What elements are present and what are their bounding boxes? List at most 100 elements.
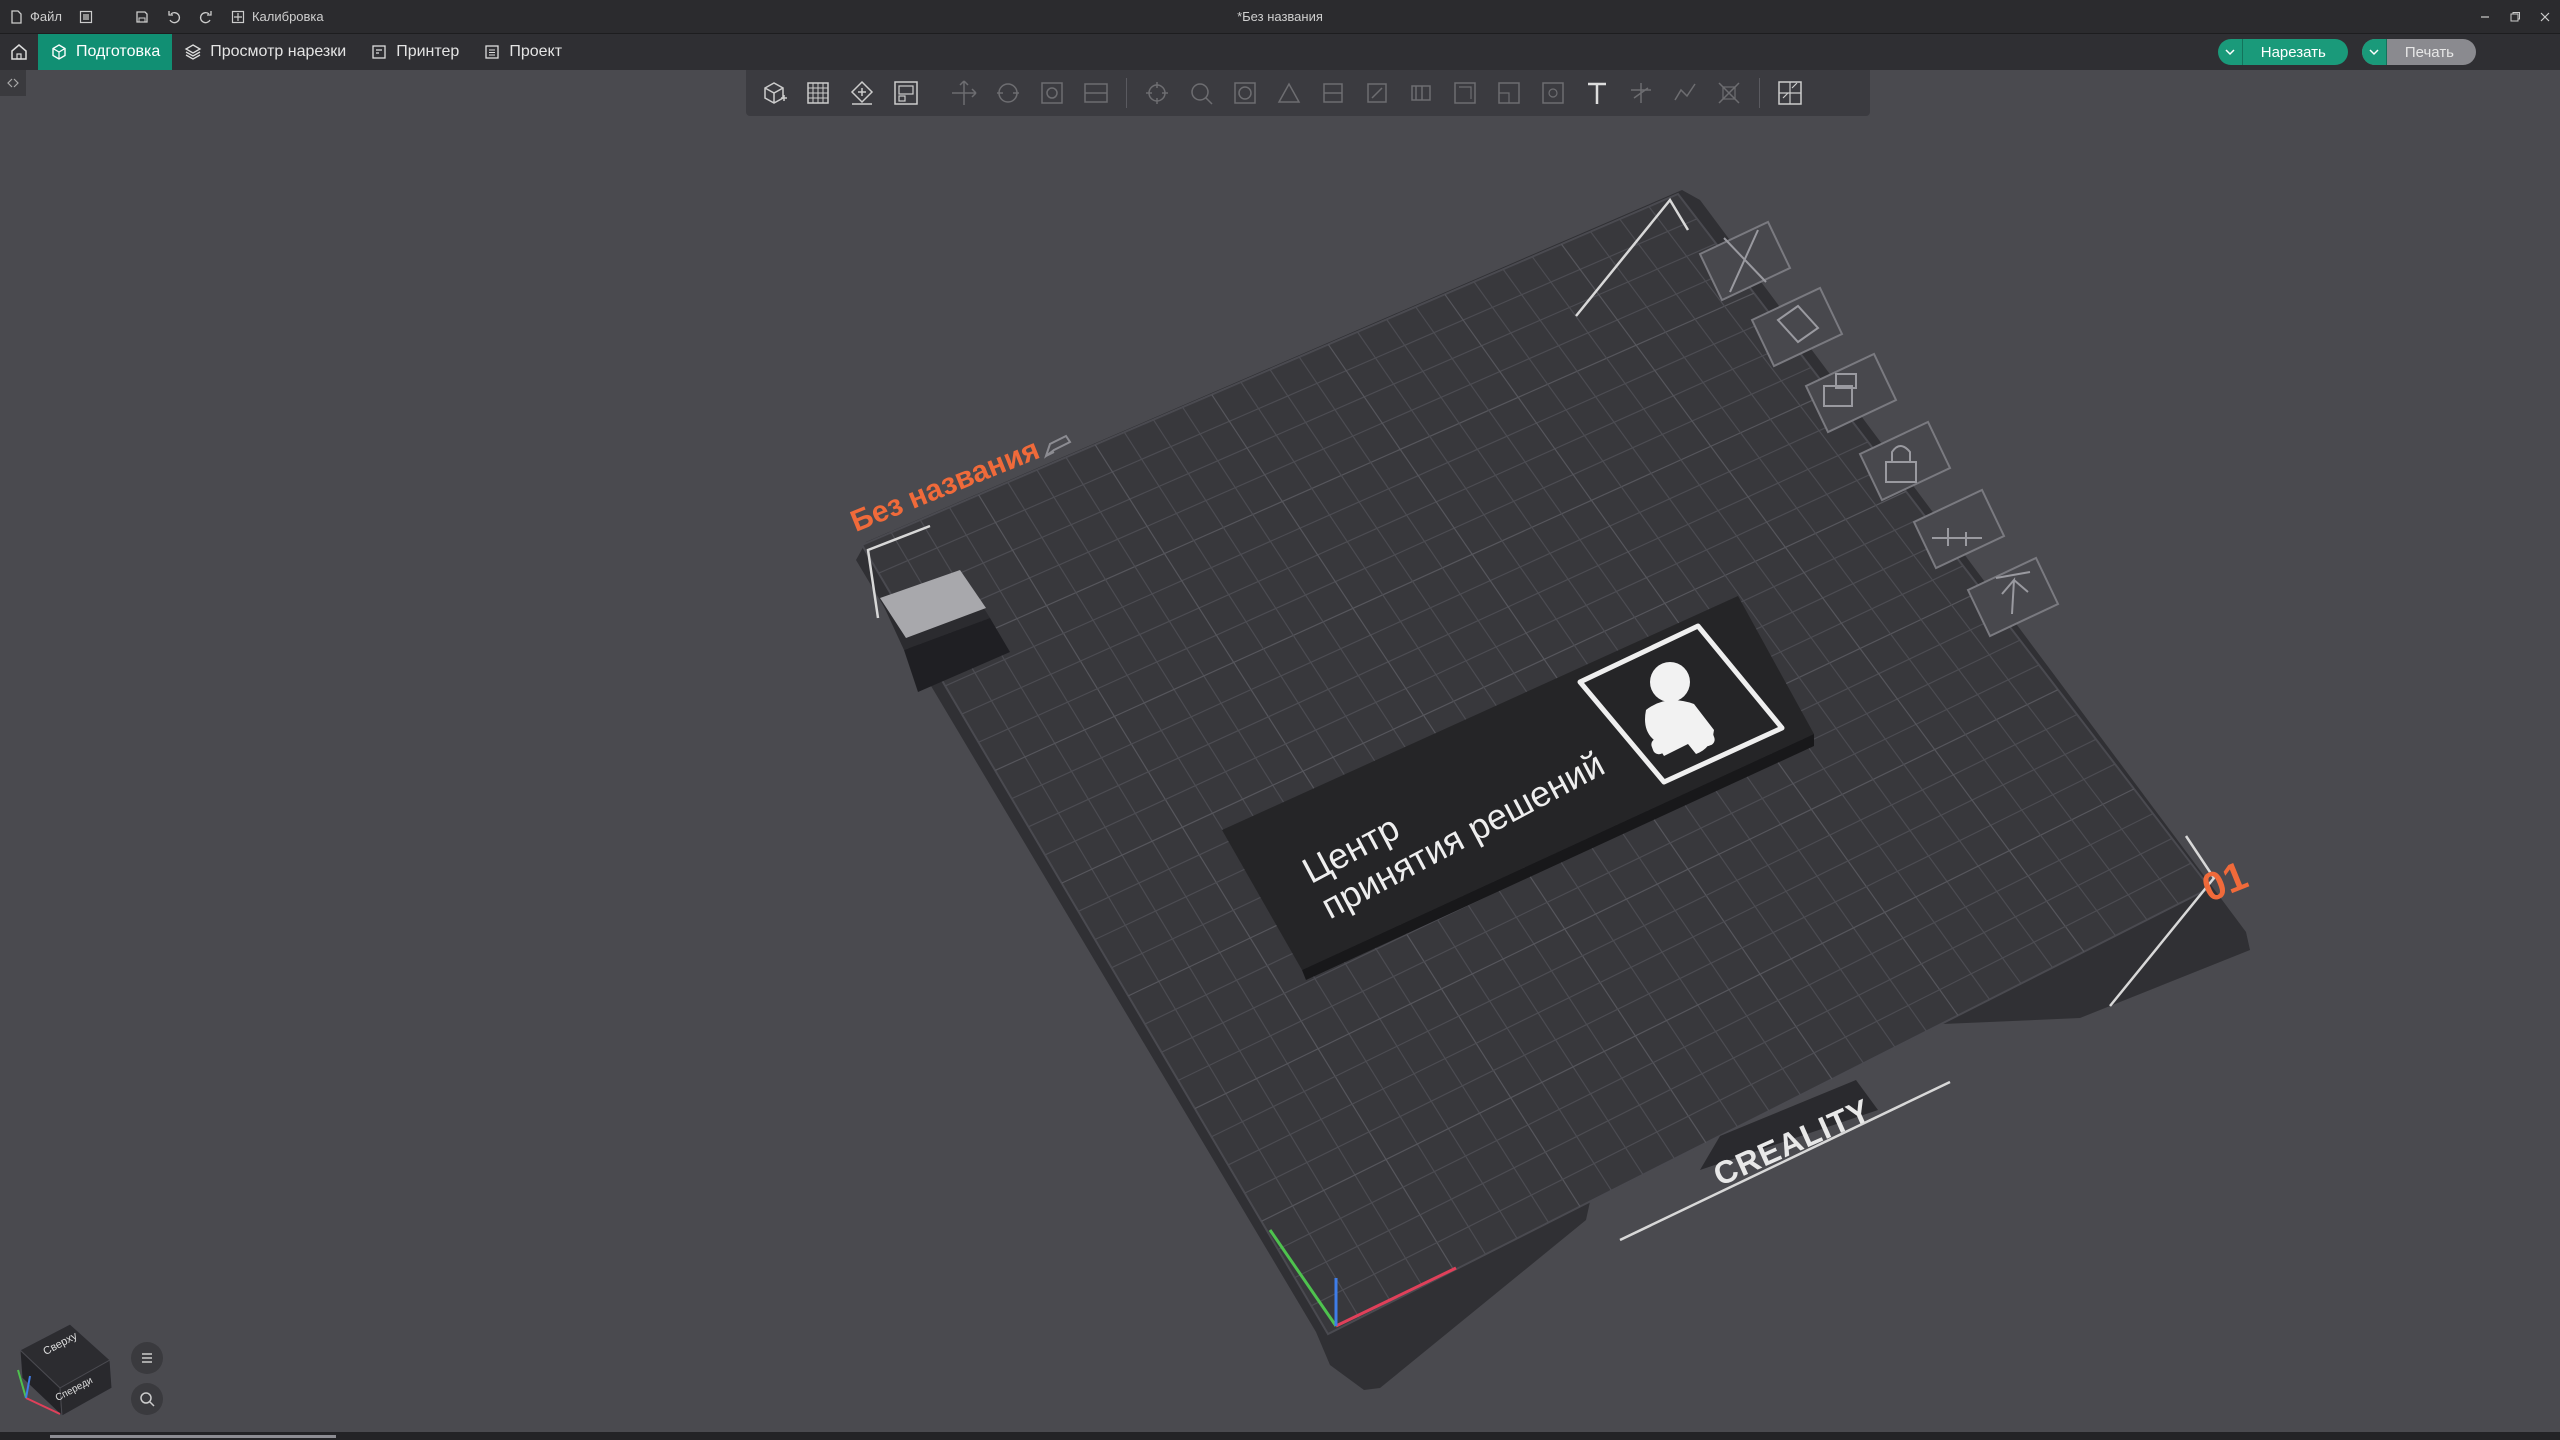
progress-indicator bbox=[50, 1435, 336, 1438]
measure-tool[interactable] bbox=[1443, 70, 1487, 116]
paint-icon bbox=[1367, 83, 1387, 103]
main-tab-bar: Подготовка Просмотр нарезки Принтер Прое… bbox=[0, 34, 2560, 70]
seam-paint-tool[interactable] bbox=[1311, 70, 1355, 116]
print-button-label: Печать bbox=[2404, 43, 2454, 61]
tab-project[interactable]: Проект bbox=[471, 34, 574, 70]
support-paint-tool[interactable] bbox=[1267, 70, 1311, 116]
hamburger-icon bbox=[142, 1353, 152, 1363]
add-plate-button[interactable] bbox=[796, 70, 840, 116]
place-face-icon bbox=[1146, 82, 1168, 104]
split-icon bbox=[1084, 83, 1108, 103]
edit-plate-name-icon[interactable] bbox=[1040, 430, 1074, 464]
zoom-button[interactable] bbox=[131, 1383, 163, 1415]
minimize-button[interactable] bbox=[2470, 0, 2500, 33]
arrange-icon bbox=[894, 81, 918, 105]
layers-icon bbox=[184, 44, 202, 60]
view-menu-button[interactable] bbox=[131, 1342, 163, 1374]
rotate-icon bbox=[997, 83, 1019, 103]
fuzzy-icon bbox=[1411, 85, 1431, 101]
home-button[interactable] bbox=[0, 34, 38, 70]
restore-icon bbox=[2510, 11, 2520, 21]
print-dropdown[interactable] bbox=[2361, 39, 2387, 65]
emboss-tool[interactable] bbox=[1619, 70, 1663, 116]
add-cube-icon bbox=[764, 82, 787, 104]
expand-sidebar-button[interactable] bbox=[0, 70, 26, 96]
seam-icon bbox=[1323, 83, 1343, 103]
text-tool[interactable] bbox=[1575, 70, 1619, 116]
add-model-button[interactable] bbox=[752, 70, 796, 116]
auto-orient-button[interactable] bbox=[840, 70, 884, 116]
boolean-icon bbox=[1234, 82, 1256, 104]
place-on-face-tool[interactable] bbox=[1135, 70, 1179, 116]
brim-ears-tool[interactable] bbox=[1707, 70, 1751, 116]
view-cube[interactable] bbox=[12, 1310, 122, 1420]
split-tool[interactable] bbox=[1074, 70, 1118, 116]
arrange-button[interactable] bbox=[884, 70, 928, 116]
assembly-tool[interactable] bbox=[1487, 70, 1531, 116]
window-title: *Без названия bbox=[1237, 9, 1323, 24]
grid-icon bbox=[807, 82, 829, 104]
tab-slice-preview-label: Просмотр нарезки bbox=[210, 43, 347, 60]
home-icon bbox=[11, 44, 27, 60]
scale-icon bbox=[1041, 82, 1063, 104]
move-tool[interactable] bbox=[942, 70, 986, 116]
slice-button[interactable]: Нарезать bbox=[2217, 39, 2348, 65]
split-view-button[interactable] bbox=[1768, 70, 1812, 116]
assembly-icon bbox=[1498, 82, 1520, 104]
project-icon bbox=[485, 45, 499, 59]
support-icon bbox=[1277, 82, 1301, 103]
color-paint-tool[interactable] bbox=[1355, 70, 1399, 116]
minimize-icon bbox=[2481, 15, 2489, 18]
tab-slice-preview[interactable]: Просмотр нарезки bbox=[172, 34, 358, 70]
tab-printer[interactable]: Принтер bbox=[358, 34, 471, 70]
cut-tool[interactable] bbox=[1179, 70, 1223, 116]
chevron-left-right-icon bbox=[7, 78, 19, 88]
slice-button-label: Нарезать bbox=[2260, 43, 2326, 61]
undo-button[interactable] bbox=[158, 0, 190, 33]
toolbar-divider bbox=[1126, 78, 1127, 108]
file-menu[interactable]: Файл bbox=[0, 0, 70, 33]
toolbar-divider bbox=[1759, 78, 1760, 108]
text-icon bbox=[1588, 82, 1606, 104]
cube-icon bbox=[52, 44, 66, 60]
tab-project-label: Проект bbox=[509, 43, 563, 60]
save-button[interactable] bbox=[126, 0, 158, 33]
main-toolbar bbox=[746, 70, 1870, 116]
file-menu-label: Файл bbox=[30, 9, 62, 24]
slice-dropdown[interactable] bbox=[2218, 39, 2243, 65]
hamburger-menu[interactable] bbox=[70, 0, 102, 33]
mesh-repair-tool[interactable] bbox=[1531, 70, 1575, 116]
rotate-tool[interactable] bbox=[986, 70, 1030, 116]
brim-icon bbox=[1718, 82, 1740, 104]
close-icon bbox=[2540, 12, 2550, 21]
save-icon bbox=[136, 10, 148, 23]
chevron-down-icon bbox=[2369, 49, 2379, 56]
repair-icon bbox=[1542, 82, 1564, 104]
calibration-icon bbox=[231, 10, 245, 23]
close-button[interactable] bbox=[2530, 0, 2560, 33]
redo-icon bbox=[199, 10, 212, 23]
bottom-status-strip bbox=[0, 1432, 2560, 1440]
fuzzy-skin-tool[interactable] bbox=[1399, 70, 1443, 116]
undo-icon bbox=[168, 10, 180, 23]
cut-icon bbox=[1191, 83, 1213, 105]
restore-button[interactable] bbox=[2500, 0, 2530, 33]
split-view-icon bbox=[1778, 81, 1802, 105]
scale-tool[interactable] bbox=[1030, 70, 1074, 116]
move-icon bbox=[952, 80, 977, 105]
menu-icon bbox=[79, 10, 93, 23]
tab-prepare[interactable]: Подготовка bbox=[38, 34, 173, 70]
printer-icon bbox=[372, 45, 386, 59]
boolean-tool[interactable] bbox=[1223, 70, 1267, 116]
calibration-label: Калибровка bbox=[251, 9, 324, 24]
3d-viewport[interactable]: Без названия 01 Центр принятия решений C… bbox=[0, 70, 2560, 1432]
title-bar: Файл Калибровка *Без названия bbox=[0, 0, 2560, 34]
svg-icon bbox=[1674, 83, 1696, 101]
calibration-menu[interactable]: Калибровка bbox=[222, 0, 332, 33]
scene-canvas[interactable] bbox=[0, 70, 2560, 1432]
print-button[interactable]: Печать bbox=[2361, 39, 2476, 65]
redo-button[interactable] bbox=[190, 0, 222, 33]
svg-tool[interactable] bbox=[1663, 70, 1707, 116]
chevron-down-icon bbox=[2225, 49, 2235, 56]
search-icon bbox=[140, 1392, 155, 1407]
